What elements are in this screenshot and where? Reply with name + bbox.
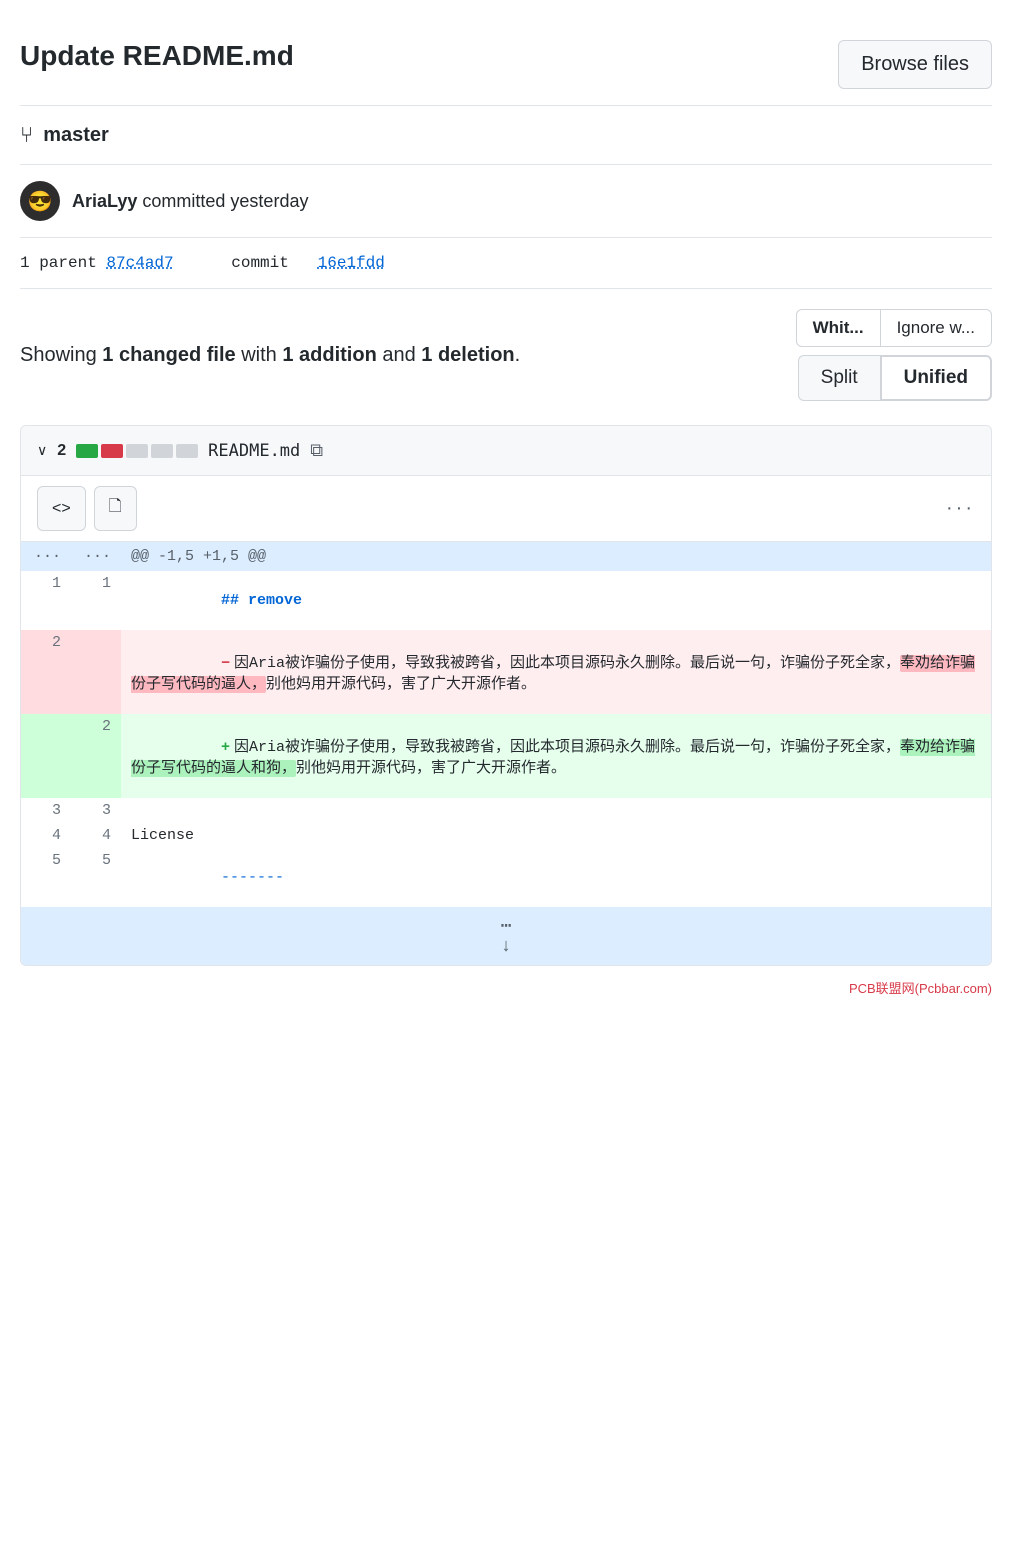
table-row: 1 1 ## remove [21, 571, 991, 630]
commit-time: yesterday [230, 191, 308, 211]
commit-title: Update README.md [20, 40, 294, 72]
commit-header: Update README.md Browse files [20, 20, 992, 106]
hunk-header-row: ··· ··· @@ -1,5 +1,5 @@ [21, 542, 991, 571]
line-content: License [121, 823, 991, 848]
author-section: 😎 AriaLyy committed yesterday [20, 165, 992, 238]
whitespace-btn2[interactable]: Ignore w... [880, 309, 992, 347]
new-line-num: 5 [71, 848, 121, 907]
del-text-after: 别他妈用开源代码，害了广大开源作者。 [266, 676, 536, 693]
attribution-text: PCB联盟网(Pcbbar.com) [849, 981, 992, 996]
table-row: 2 −因Aria被诈骗份子使用，导致我被跨省，因此本项目源码永久删除。最后说一句… [21, 630, 991, 714]
stats-bar: Showing 1 changed file with 1 addition a… [20, 289, 992, 421]
old-line-num [21, 714, 71, 798]
heading-content: ## remove [221, 592, 302, 609]
new-line-num: 4 [71, 823, 121, 848]
bar-green-1 [76, 444, 98, 458]
avatar: 😎 [20, 181, 60, 221]
new-line-num: 3 [71, 798, 121, 823]
author-name: AriaLyy [72, 191, 137, 211]
bar-gray-1 [126, 444, 148, 458]
expand-cell[interactable]: ⋯↓ [21, 907, 991, 965]
view-controls: Whit... Ignore w... Split Unified [796, 309, 992, 401]
unified-btn[interactable]: Unified [880, 355, 992, 401]
line-content: ## remove [121, 571, 991, 630]
add-text-before: 因Aria被诈骗份子使用，导致我被跨省，因此本项目源码永久删除。最后说一句，诈骗… [234, 739, 900, 756]
period: . [515, 344, 521, 366]
bar-red-1 [101, 444, 123, 458]
line-content [121, 798, 991, 823]
old-line-num: 2 [21, 630, 71, 714]
line-content: +因Aria被诈骗份子使用，导致我被跨省，因此本项目源码永久删除。最后说一句，诈… [121, 714, 991, 798]
whitespace-controls: Whit... Ignore w... [796, 309, 992, 347]
commit-label: commit [231, 254, 289, 272]
and-label: and [377, 344, 421, 366]
file-header: ∨ 2 README.md ⧉ [21, 426, 991, 476]
additions: 1 addition [282, 344, 376, 366]
file-view-btn[interactable]: 🗋 [94, 486, 137, 531]
toolbar-left: <> 🗋 [37, 486, 137, 531]
browse-files-button[interactable]: Browse files [838, 40, 992, 89]
hunk-old-num: ··· [21, 542, 71, 571]
table-row: 2 +因Aria被诈骗份子使用，导致我被跨省，因此本项目源码永久删除。最后说一句… [21, 714, 991, 798]
parent-label: 1 parent [20, 254, 97, 272]
branch-name: master [43, 124, 109, 147]
code-view-icon: <> [52, 500, 71, 517]
bar-gray-2 [151, 444, 173, 458]
expand-arrows-icon: ⋯↓ [501, 917, 512, 957]
expand-icon[interactable]: ∨ [37, 442, 47, 459]
old-line-num: 1 [21, 571, 71, 630]
author-action: committed [142, 191, 230, 211]
changed-count: 2 [57, 442, 66, 460]
changed-files: 1 changed file [102, 344, 235, 366]
line-content: −因Aria被诈骗份子使用，导致我被跨省，因此本项目源码永久删除。最后说一句，诈… [121, 630, 991, 714]
split-unified-controls: Split Unified [798, 355, 992, 401]
commit-hash[interactable]: 16e1fdd [318, 254, 385, 272]
showing-label: Showing [20, 344, 102, 366]
line-content: ------- [121, 848, 991, 907]
diff-bars [76, 444, 198, 458]
whitespace-btn1[interactable]: Whit... [796, 309, 880, 347]
with-label: with [236, 344, 283, 366]
add-marker: + [221, 739, 230, 756]
parent-hash[interactable]: 87c4ad7 [106, 254, 173, 272]
branch-icon: ⑂ [20, 122, 33, 148]
deletions: 1 deletion [421, 344, 514, 366]
split-btn[interactable]: Split [798, 355, 880, 401]
separator-content: ------- [221, 869, 284, 886]
ellipsis-menu[interactable]: ··· [946, 497, 975, 520]
diff-container: ∨ 2 README.md ⧉ <> 🗋 ··· ··· [20, 425, 992, 966]
new-line-num: 2 [71, 714, 121, 798]
branch-section: ⑂ master [20, 106, 992, 165]
table-row: 4 4 License [21, 823, 991, 848]
new-line-num: 1 [71, 571, 121, 630]
old-line-num: 4 [21, 823, 71, 848]
copy-icon[interactable]: ⧉ [310, 440, 323, 461]
code-view-btn[interactable]: <> [37, 486, 86, 531]
old-line-num: 5 [21, 848, 71, 907]
del-marker: − [221, 655, 230, 672]
table-row: 3 3 [21, 798, 991, 823]
old-line-num: 3 [21, 798, 71, 823]
expand-row[interactable]: ⋯↓ [21, 907, 991, 965]
add-text-after: 别他妈用开源代码，害了广大开源作者。 [296, 760, 566, 777]
diff-toolbar: <> 🗋 ··· [21, 476, 991, 542]
diff-table: ··· ··· @@ -1,5 +1,5 @@ 1 1 ## remove 2 … [21, 542, 991, 965]
footer-attribution: PCB联盟网(Pcbbar.com) [20, 978, 992, 997]
hunk-new-num: ··· [71, 542, 121, 571]
bar-gray-3 [176, 444, 198, 458]
author-info: AriaLyy committed yesterday [72, 191, 308, 212]
hunk-header-content: @@ -1,5 +1,5 @@ [121, 542, 991, 571]
del-text-before: 因Aria被诈骗份子使用，导致我被跨省，因此本项目源码永久删除。最后说一句，诈骗… [234, 655, 900, 672]
parent-section: 1 parent 87c4ad7 commit 16e1fdd [20, 238, 992, 289]
new-line-num [71, 630, 121, 714]
stats-text: Showing 1 changed file with 1 addition a… [20, 344, 520, 367]
table-row: 5 5 ------- [21, 848, 991, 907]
file-name: README.md [208, 441, 300, 461]
file-view-icon: 🗋 [109, 498, 122, 515]
